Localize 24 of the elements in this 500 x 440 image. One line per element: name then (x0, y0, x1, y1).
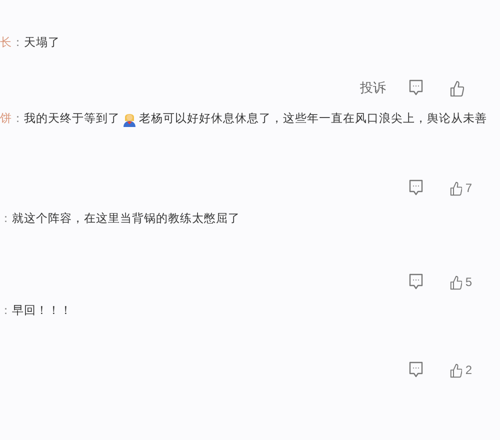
thumbs-up-icon (450, 274, 462, 290)
username[interactable]: 长 (0, 34, 12, 52)
colon: ： (12, 112, 24, 127)
colon: ： (0, 212, 12, 227)
like-button[interactable]: 7 (450, 179, 472, 197)
thumbs-up-icon (450, 80, 464, 96)
comment-text: 我的天终于等到了 (24, 112, 120, 127)
comment-icon[interactable] (408, 79, 424, 97)
thumbs-up-icon (450, 362, 462, 378)
like-button[interactable]: 2 (450, 361, 472, 379)
colon: ： (0, 304, 12, 319)
username[interactable]: 饼 (0, 110, 12, 128)
comment-text: 早回！！！ (12, 304, 72, 319)
comment-text: 就这个阵容，在这里当背锅的教练太憋屈了 (12, 211, 240, 227)
like-button[interactable]: 5 (450, 273, 472, 291)
thumbs-up-icon (450, 180, 462, 196)
comment-icon[interactable] (408, 361, 424, 379)
comment-text: 老杨可以好好休息休息了，这些年一直在风口浪尖上，舆论从未善 (139, 111, 487, 127)
person-emoji-icon (122, 111, 137, 127)
report-link[interactable]: 投诉 (360, 78, 386, 98)
comment-icon[interactable] (408, 179, 424, 197)
comment-icon[interactable] (408, 273, 424, 291)
colon: ： (12, 36, 24, 51)
comment-text: 天塌了 (24, 36, 60, 51)
